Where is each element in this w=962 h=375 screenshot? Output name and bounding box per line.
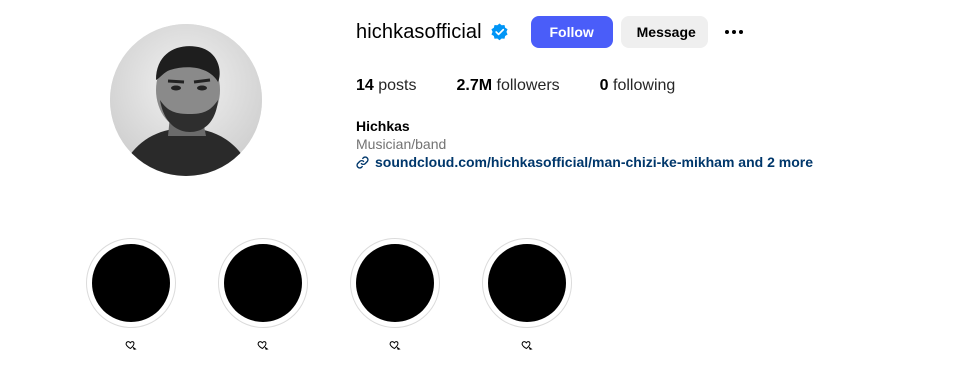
posts-label: posts [378,77,417,94]
avatar[interactable] [110,24,262,176]
highlight-cover [488,244,566,322]
followers-stat[interactable]: 2.7M followers [457,77,560,95]
bio-link[interactable]: soundcloud.com/hichkasofficial/man-chizi… [356,154,813,170]
posts-count: 14 [356,77,374,94]
followers-count: 2.7M [456,77,493,94]
bio-link-text: soundcloud.com/hichkasofficial/man-chizi… [375,154,813,170]
following-count: 0 [599,77,609,94]
profile-stats: 14 posts 2.7M followers 0 following [356,77,715,95]
highlight-cover [356,244,434,322]
highlight-ring [86,238,176,328]
follow-button[interactable]: Follow [530,16,613,48]
message-button[interactable]: Message [620,16,708,48]
followers-label: followers [496,77,560,94]
dove-heart-icon [124,338,138,354]
profile-bio: Hichkas Musician/band soundcloud.com/hic… [356,118,813,170]
highlight-item[interactable] [482,238,572,354]
story-highlights [86,238,614,354]
highlight-cover [224,244,302,322]
profile-header: hichkasofficial Follow Message [356,16,746,48]
bio-category: Musician/band [356,136,447,152]
highlight-cover [92,244,170,322]
bio-name: Hichkas [356,118,410,134]
profile-page: hichkasofficial Follow Message 14 posts … [0,0,962,375]
highlight-item[interactable] [86,238,176,354]
highlight-item[interactable] [218,238,308,354]
link-icon [356,155,369,169]
username: hichkasofficial [356,20,482,43]
posts-stat: 14 posts [356,77,417,95]
more-options-icon[interactable] [722,20,746,44]
dove-heart-icon [520,338,534,354]
highlight-ring [218,238,308,328]
following-label: following [613,77,676,94]
following-stat[interactable]: 0 following [600,77,676,95]
highlight-item[interactable] [350,238,440,354]
dove-heart-icon [256,338,270,354]
verified-badge-icon [490,22,509,42]
highlight-ring [350,238,440,328]
highlight-ring [482,238,572,328]
dove-heart-icon [388,338,402,354]
